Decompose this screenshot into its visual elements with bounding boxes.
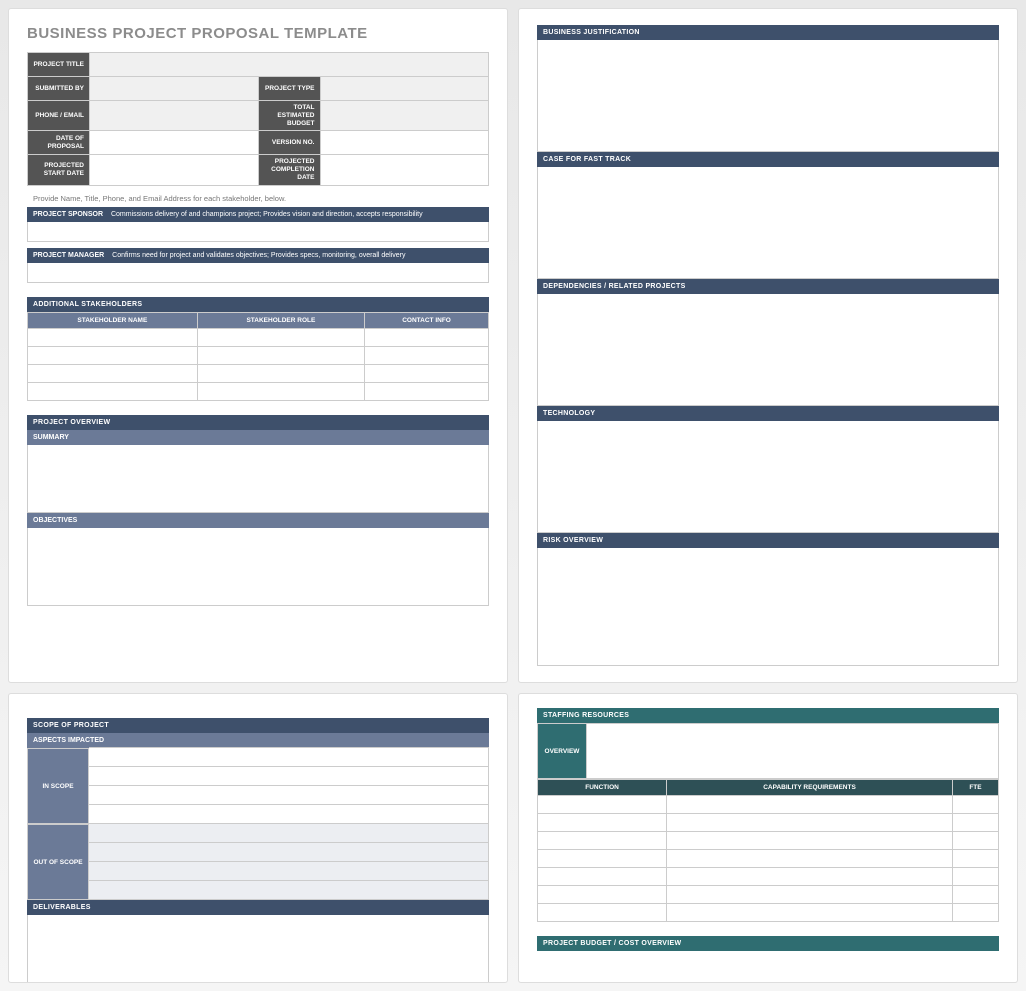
col-stk-name: STAKEHOLDER NAME xyxy=(28,312,198,328)
objectives-header: OBJECTIVES xyxy=(27,513,489,528)
table-row[interactable] xyxy=(538,850,999,868)
lbl-project-type: PROJECT TYPE xyxy=(258,77,320,101)
sponsor-label: PROJECT SPONSOR xyxy=(33,211,103,218)
col-stk-contact: CONTACT INFO xyxy=(365,312,489,328)
manager-bar: PROJECT MANAGER Confirms need for projec… xyxy=(27,248,489,263)
val-project-type[interactable] xyxy=(320,77,489,101)
resource-table: FUNCTION CAPABILITY REQUIREMENTS FTE xyxy=(537,779,999,922)
doc-title: BUSINESS PROJECT PROPOSAL TEMPLATE xyxy=(27,25,489,42)
staffing-header: STAFFING RESOURCES xyxy=(537,708,999,723)
val-total-budget[interactable] xyxy=(320,101,489,131)
deliverables-field[interactable] xyxy=(27,915,489,983)
summary-field[interactable] xyxy=(27,445,489,513)
lbl-overview: OVERVIEW xyxy=(537,723,587,779)
lbl-start-date: PROJECTED START DATE xyxy=(28,155,90,185)
list-item[interactable] xyxy=(89,747,489,767)
out-scope-block: OUT OF SCOPE xyxy=(27,824,489,900)
in-scope-block: IN SCOPE xyxy=(27,748,489,824)
page-1: BUSINESS PROJECT PROPOSAL TEMPLATE PROJE… xyxy=(8,8,508,683)
lbl-submitted-by: SUBMITTED BY xyxy=(28,77,90,101)
page-2: BUSINESS JUSTIFICATION CASE FOR FAST TRA… xyxy=(518,8,1018,683)
overview-header: PROJECT OVERVIEW xyxy=(27,415,489,430)
scope-header: SCOPE OF PROJECT xyxy=(27,718,489,733)
technology-field[interactable] xyxy=(537,421,999,533)
list-item[interactable] xyxy=(89,842,489,862)
overview-field[interactable] xyxy=(587,723,999,779)
staffing-overview-block: OVERVIEW xyxy=(537,723,999,779)
risk-field[interactable] xyxy=(537,548,999,666)
val-phone-email[interactable] xyxy=(90,101,259,131)
list-item[interactable] xyxy=(89,861,489,881)
val-project-title[interactable] xyxy=(90,53,489,77)
val-start-date[interactable] xyxy=(90,155,259,185)
lbl-total-budget: TOTAL ESTIMATED BUDGET xyxy=(258,101,320,131)
justification-header: BUSINESS JUSTIFICATION xyxy=(537,25,999,40)
manager-label: PROJECT MANAGER xyxy=(33,252,104,259)
lbl-date-proposal: DATE OF PROPOSAL xyxy=(28,131,90,155)
lbl-completion-date: PROJECTED COMPLETION DATE xyxy=(258,155,320,185)
table-row[interactable] xyxy=(538,904,999,922)
val-completion-date[interactable] xyxy=(320,155,489,185)
table-row[interactable] xyxy=(538,868,999,886)
table-row[interactable] xyxy=(538,814,999,832)
list-item[interactable] xyxy=(89,785,489,805)
col-stk-role: STAKEHOLDER ROLE xyxy=(197,312,364,328)
sponsor-field[interactable] xyxy=(27,222,489,242)
table-row[interactable] xyxy=(538,886,999,904)
list-item[interactable] xyxy=(89,804,489,824)
risk-header: RISK OVERVIEW xyxy=(537,533,999,548)
list-item[interactable] xyxy=(89,766,489,786)
table-row[interactable] xyxy=(28,328,489,346)
fasttrack-field[interactable] xyxy=(537,167,999,279)
col-capability: CAPABILITY REQUIREMENTS xyxy=(667,780,953,796)
deliverables-header: DELIVERABLES xyxy=(27,900,489,915)
table-row[interactable] xyxy=(28,364,489,382)
aspects-header: ASPECTS IMPACTED xyxy=(27,733,489,748)
table-row[interactable] xyxy=(28,382,489,400)
list-item[interactable] xyxy=(89,880,489,900)
col-function: FUNCTION xyxy=(538,780,667,796)
lbl-project-title: PROJECT TITLE xyxy=(28,53,90,77)
lbl-phone-email: PHONE / EMAIL xyxy=(28,101,90,131)
dependencies-header: DEPENDENCIES / RELATED PROJECTS xyxy=(537,279,999,294)
stakeholders-table: STAKEHOLDER NAME STAKEHOLDER ROLE CONTAC… xyxy=(27,312,489,401)
table-row[interactable] xyxy=(538,796,999,814)
table-row[interactable] xyxy=(28,346,489,364)
fasttrack-header: CASE FOR FAST TRACK xyxy=(537,152,999,167)
page-3: SCOPE OF PROJECT ASPECTS IMPACTED IN SCO… xyxy=(8,693,508,983)
justification-field[interactable] xyxy=(537,40,999,152)
stakeholder-note: Provide Name, Title, Phone, and Email Ad… xyxy=(33,194,489,203)
dependencies-field[interactable] xyxy=(537,294,999,406)
val-submitted-by[interactable] xyxy=(90,77,259,101)
col-fte: FTE xyxy=(952,780,998,796)
lbl-out-scope: OUT OF SCOPE xyxy=(27,824,89,900)
list-item[interactable] xyxy=(89,823,489,843)
sponsor-desc: Commissions delivery of and champions pr… xyxy=(111,211,423,218)
val-date-proposal[interactable] xyxy=(90,131,259,155)
technology-header: TECHNOLOGY xyxy=(537,406,999,421)
stakeholders-header: ADDITIONAL STAKEHOLDERS xyxy=(27,297,489,312)
lbl-version: VERSION NO. xyxy=(258,131,320,155)
manager-field[interactable] xyxy=(27,263,489,283)
objectives-field[interactable] xyxy=(27,528,489,606)
meta-table: PROJECT TITLE SUBMITTED BY PROJECT TYPE … xyxy=(27,52,489,186)
summary-header: SUMMARY xyxy=(27,430,489,445)
lbl-in-scope: IN SCOPE xyxy=(27,748,89,824)
table-row[interactable] xyxy=(538,832,999,850)
val-version[interactable] xyxy=(320,131,489,155)
manager-desc: Confirms need for project and validates … xyxy=(112,252,405,259)
page-4: STAFFING RESOURCES OVERVIEW FUNCTION CAP… xyxy=(518,693,1018,983)
sponsor-bar: PROJECT SPONSOR Commissions delivery of … xyxy=(27,207,489,222)
